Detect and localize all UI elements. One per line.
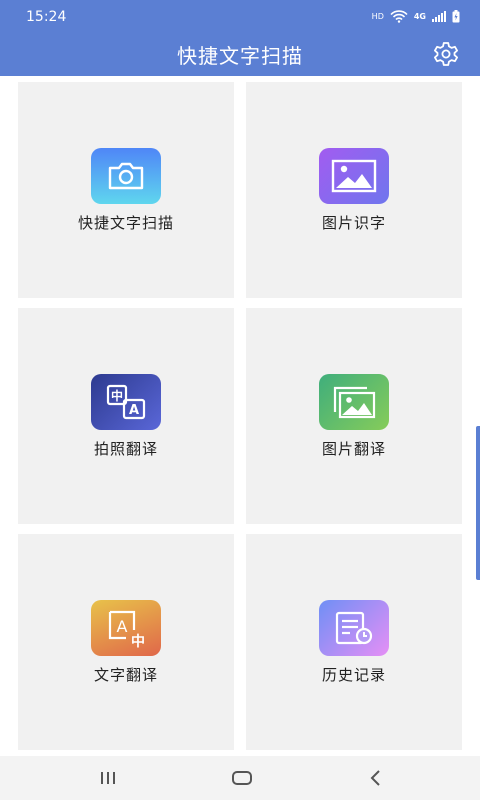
image-icon <box>319 148 389 204</box>
history-icon <box>319 600 389 656</box>
home-button[interactable] <box>227 766 257 790</box>
feature-grid: 快捷文字扫描 图片识字 中 A 拍照翻译 图片翻译 A 中 文字翻译 历史记录 <box>18 82 462 750</box>
svg-text:中: 中 <box>111 388 123 403</box>
svg-text:A: A <box>117 617 128 636</box>
tile-photo-translate[interactable]: 中 A 拍照翻译 <box>18 308 234 524</box>
app-root: 15:24 HD 4G 快捷文字扫描 快捷文字扫描 图片识字 中 A 拍照翻译 … <box>0 0 480 800</box>
signal-icon <box>432 11 446 22</box>
back-button[interactable] <box>361 766 391 790</box>
back-icon <box>370 770 380 786</box>
status-time: 15:24 <box>26 9 67 25</box>
home-icon <box>232 771 252 785</box>
tile-label: 快捷文字扫描 <box>77 214 174 232</box>
system-nav-bar <box>0 756 480 800</box>
tile-history[interactable]: 历史记录 <box>246 534 462 750</box>
hd-label: HD <box>371 12 384 21</box>
camera-icon <box>91 148 161 204</box>
text-translate-icon: A 中 <box>91 600 161 656</box>
tile-label: 拍照翻译 <box>93 440 158 458</box>
recents-icon <box>101 772 115 784</box>
status-bar: 15:24 HD 4G <box>0 0 480 34</box>
tile-label: 文字翻译 <box>93 666 158 684</box>
recents-button[interactable] <box>93 766 123 790</box>
title-row: 快捷文字扫描 <box>0 36 480 72</box>
tile-quick-scan[interactable]: 快捷文字扫描 <box>18 82 234 298</box>
photo-translate-icon: 中 A <box>91 374 161 430</box>
image-translate-icon <box>319 374 389 430</box>
scrollbar[interactable] <box>476 426 480 580</box>
tile-label: 历史记录 <box>321 666 386 684</box>
tile-label: 图片识字 <box>321 214 386 232</box>
wifi-icon <box>390 10 408 23</box>
svg-text:A: A <box>129 403 139 418</box>
tile-label: 图片翻译 <box>321 440 386 458</box>
page-title: 快捷文字扫描 <box>177 44 303 68</box>
gear-icon <box>434 42 458 66</box>
tile-text-translate[interactable]: A 中 文字翻译 <box>18 534 234 750</box>
tile-image-translate[interactable]: 图片翻译 <box>246 308 462 524</box>
battery-icon <box>452 10 460 23</box>
svg-text:中: 中 <box>131 633 145 648</box>
network-label: 4G <box>413 12 426 21</box>
settings-button[interactable] <box>432 40 460 68</box>
tile-image-ocr[interactable]: 图片识字 <box>246 82 462 298</box>
status-icons: HD 4G <box>372 10 460 23</box>
header: 15:24 HD 4G 快捷文字扫描 <box>0 0 480 76</box>
